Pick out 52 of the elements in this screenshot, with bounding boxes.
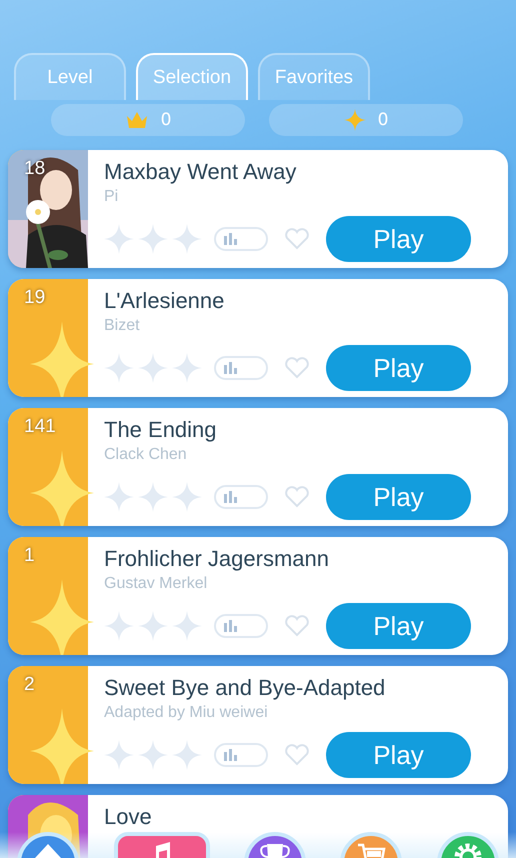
song-title: L'Arlesienne — [104, 287, 226, 315]
heart-icon — [284, 357, 310, 379]
crown-icon — [124, 110, 149, 130]
song-title: The Ending — [104, 416, 218, 444]
song-number: 1 — [24, 545, 35, 567]
tab[interactable]: Selection — [136, 53, 248, 100]
song-title: Love — [104, 803, 153, 831]
favorite-button[interactable] — [284, 615, 310, 637]
bar-chart-icon — [224, 491, 238, 503]
song-title: Sweet Bye and Bye-Adapted — [104, 674, 386, 702]
heart-icon — [284, 615, 310, 637]
play-button[interactable]: Play — [326, 216, 471, 262]
stat-value: 0 — [378, 110, 388, 130]
song-artist: Pi — [104, 187, 120, 207]
stat-value: 0 — [160, 110, 172, 130]
favorite-button[interactable] — [284, 744, 310, 766]
play-button[interactable]: Play — [326, 474, 471, 520]
song-number: 19 — [24, 287, 46, 309]
song-artist: Bizet — [104, 316, 141, 336]
song-artist: Adapted by Miu weiwei — [104, 703, 269, 723]
song-number: 2 — [24, 674, 35, 696]
chart-button[interactable] — [214, 485, 268, 509]
sparkle-icon — [30, 579, 94, 655]
chart-button[interactable] — [214, 614, 268, 638]
favorite-button[interactable] — [284, 486, 310, 508]
chart-button[interactable] — [214, 356, 268, 380]
tab[interactable]: Favorites — [258, 53, 370, 100]
play-button[interactable]: Play — [326, 345, 471, 391]
bar-chart-icon — [224, 233, 238, 245]
song-artist: Gustav Merkel — [104, 574, 208, 594]
play-button[interactable]: Play — [326, 603, 471, 649]
chart-button[interactable] — [214, 227, 268, 251]
play-button[interactable]: Play — [326, 732, 471, 778]
bar-chart-icon — [224, 620, 238, 632]
heart-icon — [284, 744, 310, 766]
sparkle-icon — [30, 321, 94, 397]
favorite-button[interactable] — [284, 228, 310, 250]
heart-icon — [284, 228, 310, 250]
heart-icon — [284, 486, 310, 508]
chart-button[interactable] — [214, 743, 268, 767]
sparkle-icon — [30, 450, 94, 526]
tab[interactable]: Level — [14, 53, 126, 100]
sparkle-icon — [344, 109, 366, 131]
favorite-button[interactable] — [284, 357, 310, 379]
song-title: Frohlicher Jagersmann — [104, 545, 330, 573]
song-number: 141 — [24, 416, 56, 438]
song-title: Maxbay Went Away — [104, 158, 298, 186]
sparkle-icon — [30, 708, 94, 784]
bar-chart-icon — [224, 749, 238, 761]
song-artist: Clack Chen — [104, 445, 188, 465]
bar-chart-icon — [224, 362, 238, 374]
home-icon — [33, 842, 64, 858]
